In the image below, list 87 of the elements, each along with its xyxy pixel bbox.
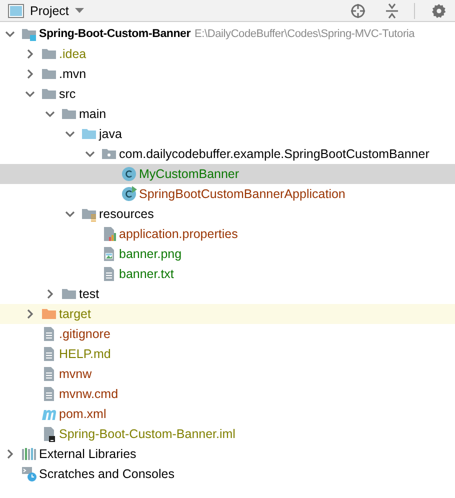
module-file-icon	[41, 426, 57, 442]
source-folder-icon	[81, 126, 97, 142]
chevron-down-icon[interactable]	[45, 109, 55, 119]
tree-item-label: .mvn	[59, 67, 86, 81]
tree-item-label: banner.txt	[119, 267, 174, 281]
chevron-right-icon[interactable]	[25, 69, 35, 79]
tree-row[interactable]: Spring-Boot-Custom-Banner.iml	[0, 424, 455, 444]
crosshair-icon	[350, 2, 366, 18]
tree-item-label: SpringBootCustomBannerApplication	[139, 187, 346, 201]
tree-row[interactable]: Scratches and Consoles	[0, 464, 455, 484]
folder-icon	[41, 86, 57, 102]
tree-row-selected[interactable]: MyCustomBanner	[0, 164, 455, 184]
tree-item-label: MyCustomBanner	[139, 167, 240, 181]
tree-item-label: target	[59, 307, 91, 321]
chevron-down-icon[interactable]	[65, 209, 75, 219]
project-path: E:\DailyCodeBuffer\Codes\Spring-MVC-Tutoria	[194, 28, 415, 40]
tree-item-label: Spring-Boot-Custom-Banner	[39, 28, 191, 40]
tree-item-label: External Libraries	[39, 447, 136, 461]
tree-item-label: HELP.md	[59, 347, 111, 361]
folder-icon	[41, 66, 57, 82]
text-file-icon	[41, 326, 57, 342]
tree-row-ignored[interactable]: target	[0, 304, 455, 324]
chevron-down-icon[interactable]	[65, 129, 75, 139]
text-file-icon	[41, 346, 57, 362]
package-icon	[101, 146, 117, 162]
folder-icon	[61, 286, 77, 302]
chevron-down-icon[interactable]	[5, 29, 15, 39]
text-file-icon	[101, 266, 117, 282]
tree-row[interactable]: mvnw.cmd	[0, 384, 455, 404]
chevron-right-icon[interactable]	[25, 49, 35, 59]
tree-row[interactable]: pom.xml	[0, 404, 455, 424]
folder-icon	[61, 106, 77, 122]
image-file-icon	[101, 246, 117, 262]
tree-row[interactable]: application.properties	[0, 224, 455, 244]
tree-row[interactable]: .mvn	[0, 64, 455, 84]
tree-row[interactable]: com.dailycodebuffer.example.SpringBootCustomBanner	[0, 144, 455, 164]
tree-row[interactable]: resources	[0, 204, 455, 224]
chevron-down-icon[interactable]	[25, 89, 35, 99]
tree-item-label: mvnw	[59, 367, 92, 381]
tree-item-label: .gitignore	[59, 327, 110, 341]
tree-row[interactable]: java	[0, 124, 455, 144]
tree-row[interactable]: banner.txt	[0, 264, 455, 284]
tree-row[interactable]: SpringBootCustomBannerApplication	[0, 184, 455, 204]
folder-icon	[41, 46, 57, 62]
tree-item-label: src	[59, 87, 76, 101]
tree-row[interactable]: Spring-Boot-Custom-Banner E:\DailyCodeBuffer\Codes\Spring-MVC-Tutoria	[0, 24, 455, 44]
project-view-dropdown[interactable]: Project	[6, 4, 86, 18]
chevron-right-icon[interactable]	[45, 289, 55, 299]
tree-item-label: java	[99, 127, 122, 141]
tree-item-label: pom.xml	[59, 407, 106, 421]
tree-item-label: resources	[99, 207, 154, 221]
caret-icon	[74, 8, 84, 14]
scratches-icon	[21, 466, 37, 482]
class-icon	[121, 166, 137, 182]
chevron-right-icon[interactable]	[25, 309, 35, 319]
tree-row[interactable]: .gitignore	[0, 324, 455, 344]
tree-row[interactable]: External Libraries	[0, 444, 455, 464]
class-run-icon	[121, 186, 137, 202]
tree-row[interactable]: src	[0, 84, 455, 104]
properties-file-icon	[101, 226, 117, 242]
folder-icon	[41, 306, 57, 322]
tree-item-label: test	[79, 287, 100, 301]
tree-row[interactable]: .idea	[0, 44, 455, 64]
chevron-down-icon[interactable]	[85, 149, 95, 159]
tree-item-label: application.properties	[119, 227, 238, 241]
tree-item-label: banner.png	[119, 247, 182, 261]
chevron-right-icon[interactable]	[5, 449, 15, 459]
collapse-icon	[384, 2, 400, 18]
tree-item-label: .idea	[59, 47, 86, 61]
tree-item-label: com.dailycodebuffer.example.SpringBootCustomBanner	[119, 147, 430, 161]
tree-row[interactable]: main	[0, 104, 455, 124]
tree-item-label: main	[79, 107, 106, 121]
tree-row[interactable]: banner.png	[0, 244, 455, 264]
libraries-icon	[21, 446, 37, 462]
tree-row[interactable]: mvnw	[0, 364, 455, 384]
tree-item-label: Scratches and Consoles	[39, 467, 174, 481]
tree-item-label: mvnw.cmd	[59, 387, 118, 401]
settings-icon	[431, 2, 447, 18]
panel-icon	[8, 4, 24, 18]
tree-item-label: Spring-Boot-Custom-Banner.iml	[59, 427, 236, 441]
panel-title: Project	[30, 4, 69, 18]
resources-folder-icon	[81, 206, 97, 222]
text-file-icon	[41, 366, 57, 382]
text-file-icon	[41, 386, 57, 402]
tree-row[interactable]: HELP.md	[0, 344, 455, 364]
tree-row[interactable]: test	[0, 284, 455, 304]
module-folder-icon	[21, 26, 37, 42]
